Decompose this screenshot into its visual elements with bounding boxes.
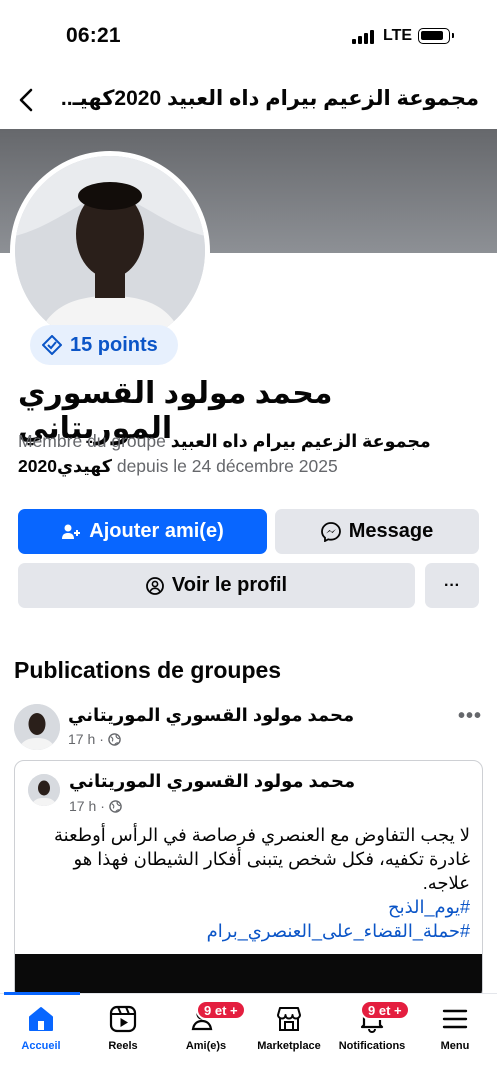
status-time: 06:21 xyxy=(66,24,121,47)
tab-home[interactable]: Accueil xyxy=(0,994,82,1056)
post-body: لا يجب التفاوض مع العنصري فرصاصة في الرأ… xyxy=(53,825,470,893)
tab-menu-label: Menu xyxy=(440,1040,470,1052)
post-author-name[interactable]: محمد مولود القسوري الموريتاني xyxy=(68,705,354,726)
points-icon xyxy=(42,335,62,355)
points-badge[interactable]: 15 points xyxy=(30,325,178,365)
tab-menu[interactable]: Menu xyxy=(414,994,496,1056)
member-since: depuis le 24 décembre 2025 xyxy=(116,456,338,476)
shared-post-text: لا يجب التفاوض مع العنصري فرصاصة في الرأ… xyxy=(25,823,470,943)
group-name-part1[interactable]: مجموعة الزعيم بيرام داه العبيد xyxy=(171,431,431,451)
signal-icon xyxy=(352,30,374,44)
tab-notifications-label: Notifications xyxy=(338,1040,406,1052)
tab-marketplace[interactable]: Marketplace xyxy=(248,994,330,1056)
nav-header: مجموعة الزعيم بيرام داه العبيد 2020كهيـ.… xyxy=(0,76,497,124)
globe-icon xyxy=(108,732,121,746)
hashtag-link[interactable]: #يوم_الذبح xyxy=(25,895,470,919)
shared-author-avatar[interactable] xyxy=(28,774,60,806)
shared-author-name[interactable]: محمد مولود القسوري الموريتاني xyxy=(69,771,355,792)
add-friend-label: Ajouter ami(e) xyxy=(89,520,224,542)
reels-icon xyxy=(109,1005,137,1033)
points-label: 15 points xyxy=(70,333,158,356)
home-icon xyxy=(29,1007,53,1031)
network-label: LTE xyxy=(383,27,413,44)
tab-reels[interactable]: Reels xyxy=(82,994,164,1056)
message-label: Message xyxy=(348,520,434,542)
section-title: Publications de groupes xyxy=(14,657,282,683)
hashtag-link[interactable]: #حملة_القضاء_على_العنصري_برام xyxy=(25,919,470,943)
tab-home-label: Accueil xyxy=(21,1040,61,1052)
messenger-icon xyxy=(320,521,341,542)
group-title: مجموعة الزعيم بيرام داه العبيد 2020كهيـ.… xyxy=(60,87,479,110)
bottom-tab-bar: Accueil Reels Ami(e)s 9 et + Marketplace xyxy=(0,992,497,1080)
post-author-avatar[interactable] xyxy=(14,704,60,750)
menu-icon xyxy=(442,1009,468,1029)
more-options-button[interactable]: ··· xyxy=(425,563,479,608)
group-name-part2[interactable]: 2020كهيدي xyxy=(18,456,112,476)
view-profile-label: Voir le profil xyxy=(171,574,288,596)
tab-friends-label: Ami(e)s xyxy=(185,1040,227,1052)
view-profile-button[interactable]: Voir le profil xyxy=(18,563,415,608)
membership-info: Membre du groupe مجموعة الزعيم بيرام داه… xyxy=(18,429,473,479)
friends-badge: 9 et + xyxy=(196,1000,246,1020)
post-more-button[interactable]: ••• xyxy=(458,705,482,728)
more-options-label: ··· xyxy=(444,576,460,594)
post-time[interactable]: 17 h xyxy=(68,731,95,747)
shared-post-time[interactable]: 17 h xyxy=(69,798,96,814)
battery-icon xyxy=(418,28,454,44)
profile-avatar[interactable] xyxy=(15,156,205,346)
post-meta: 17 h · xyxy=(68,731,121,747)
add-friend-icon xyxy=(62,524,81,539)
shared-post-card[interactable]: محمد مولود القسوري الموريتاني 17 h · لا … xyxy=(14,760,483,1000)
message-button[interactable]: Message xyxy=(275,509,479,554)
globe-icon xyxy=(109,799,122,813)
back-chevron-icon[interactable] xyxy=(14,86,40,114)
tab-reels-label: Reels xyxy=(108,1040,138,1052)
status-bar: 06:21 LTE xyxy=(0,0,497,72)
profile-circle-icon xyxy=(145,576,164,595)
notifications-badge: 9 et + xyxy=(360,1000,410,1020)
tab-marketplace-label: Marketplace xyxy=(257,1040,321,1052)
member-prefix: Membre du groupe xyxy=(18,431,166,451)
add-friend-button[interactable]: Ajouter ami(e) xyxy=(18,509,267,554)
shared-post-meta: 17 h · xyxy=(69,798,122,814)
marketplace-icon xyxy=(277,1007,301,1031)
